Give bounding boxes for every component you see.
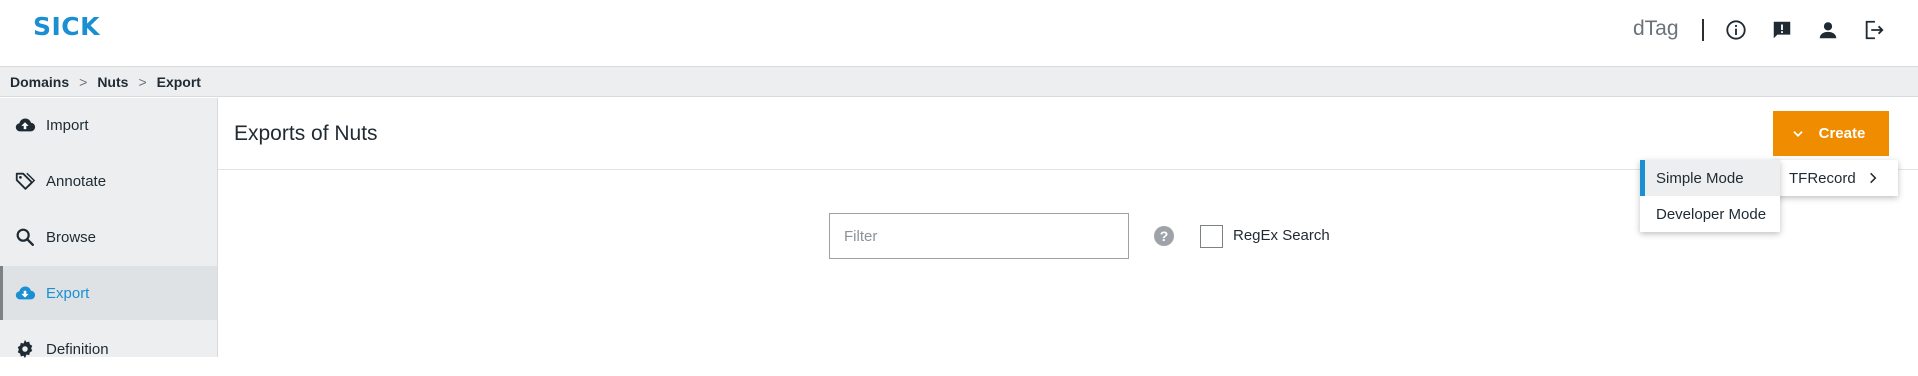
sidebar-item-annotate[interactable]: Annotate	[0, 154, 217, 208]
logout-icon[interactable]	[1862, 18, 1886, 42]
feedback-icon[interactable]	[1770, 18, 1794, 42]
mode-menu: Simple Mode Developer Mode	[1640, 160, 1780, 232]
help-icon[interactable]: ?	[1154, 226, 1174, 246]
sidebar-item-export[interactable]: Export	[0, 266, 217, 320]
breadcrumb-separator: >	[79, 73, 88, 90]
filter-input[interactable]	[829, 213, 1129, 259]
menu-item-label: TFRecord	[1789, 169, 1856, 187]
sidebar-item-definition[interactable]: Definition	[0, 322, 217, 376]
breadcrumb-domains[interactable]: Domains	[10, 74, 69, 90]
cloud-download-icon	[13, 281, 37, 305]
sidebar-item-import[interactable]: Import	[0, 98, 217, 152]
sidebar-item-label: Definition	[46, 340, 109, 358]
cloud-upload-icon	[13, 113, 37, 137]
menu-item-developer-mode[interactable]: Developer Mode	[1640, 196, 1780, 232]
app-name: dTag	[1633, 17, 1679, 40]
sidebar-item-label: Export	[46, 284, 90, 302]
breadcrumb-separator: >	[138, 73, 147, 90]
tag-icon	[13, 169, 37, 193]
sidebar-item-label: Import	[46, 116, 89, 134]
menu-item-tfrecord[interactable]: TFRecord	[1773, 160, 1898, 196]
top-bar: SICK dTag	[0, 0, 1918, 67]
sick-logo[interactable]: SICK	[33, 12, 100, 41]
sidebar-item-label: Annotate	[46, 172, 107, 190]
search-icon	[13, 225, 37, 249]
sidebar: Import Annotate Browse Export Definition	[0, 98, 218, 359]
user-icon[interactable]	[1816, 18, 1840, 42]
menu-item-simple-mode[interactable]: Simple Mode	[1640, 160, 1780, 196]
chevron-right-icon	[1869, 172, 1877, 184]
chevron-down-icon	[1792, 130, 1803, 137]
create-button[interactable]: Create	[1773, 111, 1889, 156]
breadcrumb-nuts[interactable]: Nuts	[97, 74, 128, 90]
gear-icon	[13, 337, 37, 361]
sidebar-item-browse[interactable]: Browse	[0, 210, 217, 264]
header-divider	[1702, 19, 1704, 41]
page-title: Exports of Nuts	[234, 122, 378, 145]
create-button-label: Create	[1818, 125, 1866, 142]
regex-search-label: RegEx Search	[1233, 227, 1330, 244]
breadcrumb-export[interactable]: Export	[157, 74, 201, 90]
breadcrumb: Domains > Nuts > Export	[0, 67, 1918, 97]
regex-checkbox[interactable]	[1200, 225, 1223, 248]
info-icon[interactable]	[1724, 18, 1748, 42]
sidebar-item-label: Browse	[46, 228, 97, 246]
